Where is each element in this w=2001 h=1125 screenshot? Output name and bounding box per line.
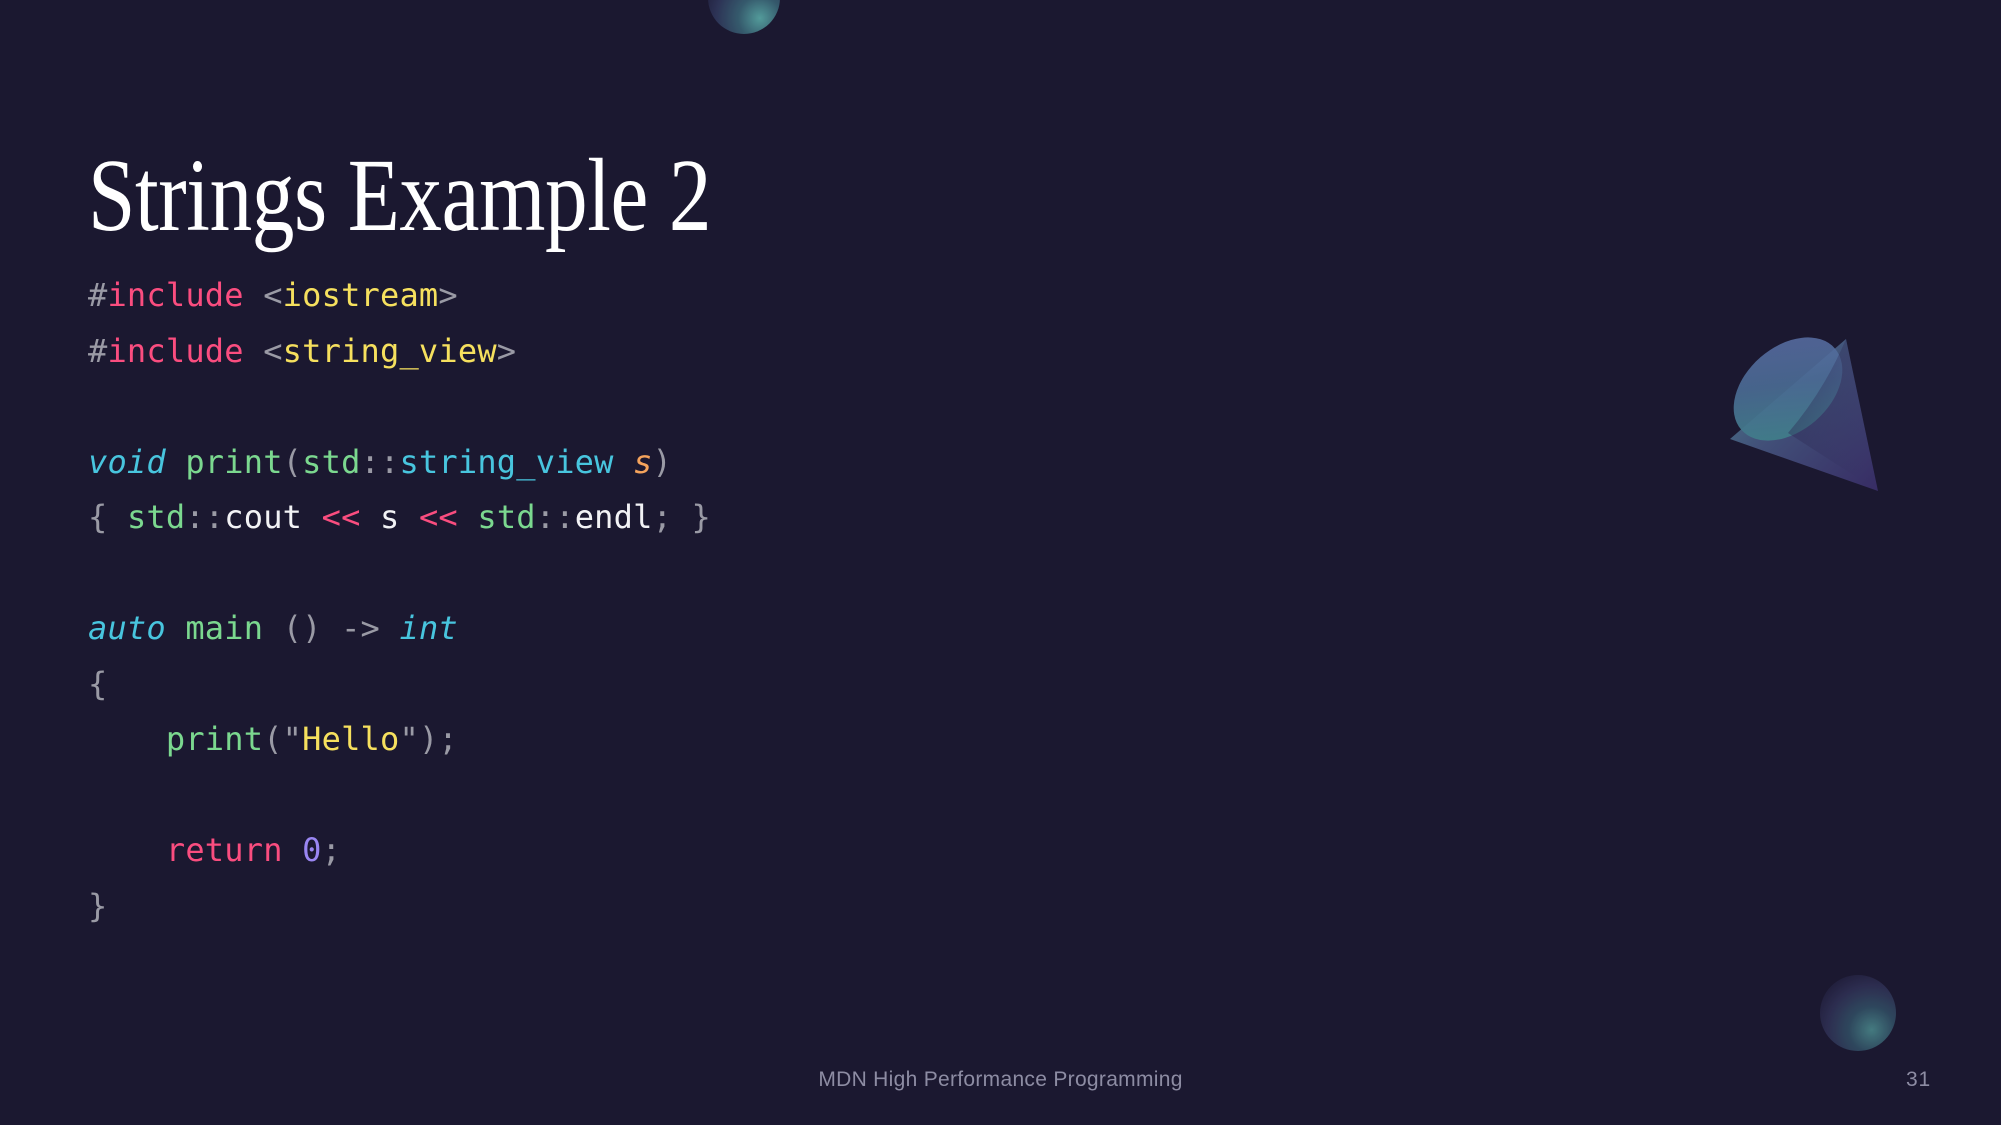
code-token-plainspace [380,609,399,647]
code-token-punc: () [282,609,322,647]
code-line: #include <iostream> [88,268,711,324]
code-line: print("Hello"); [88,712,711,768]
code-token-punc: < [263,331,283,370]
code-token-punc: ; } [652,498,711,536]
code-token-plain: cout [224,498,303,536]
code-token-op: << [418,498,458,536]
code-line: { [88,657,711,713]
code-token-punc: # [88,276,108,314]
code-token-punc: -> [341,609,381,647]
code-line: #include <string_view> [88,324,711,380]
code-token-plainspace [302,498,321,536]
code-token-punc: " [282,720,303,758]
code-token-punc: > [438,276,458,314]
sphere-decoration-bottom [1820,975,1896,1051]
code-token-ns: std [477,498,536,536]
code-token-ret: return [165,831,283,869]
code-token-plainspace [263,609,282,647]
code-token-plainspace [614,443,633,481]
code-line: void print(std::string_view s) [88,435,711,491]
code-token-plainspace [88,831,166,869]
code-token-plain: endl [574,498,653,536]
code-token-plainspace [166,609,185,647]
code-token-plainspace [283,831,302,869]
code-token-punc: { [88,498,127,536]
code-token-fn: print [185,442,283,481]
code-token-pre: include [107,276,244,314]
code-token-param: s [633,442,653,481]
code-token-pre: include [107,331,244,370]
code-token-punc: ( [282,442,303,481]
code-token-punc: > [496,331,517,370]
footer-label: MDN High Performance Programming [818,1068,1183,1091]
code-token-plainspace [322,609,341,647]
code-token-plainspace [166,443,185,481]
sphere-decoration-top [708,0,780,34]
code-token-plainspace [244,332,263,370]
code-token-punc: { [88,664,108,703]
code-token-ns: std [302,442,361,481]
code-token-punc: " [399,720,419,758]
code-token-punc: < [263,276,283,314]
code-token-punc: } [88,886,108,925]
code-token-type: string_view [399,442,614,481]
code-token-plainspace [361,498,380,536]
page-number: 31 [1906,1068,1931,1091]
code-token-op: << [321,498,361,536]
code-token-punc: :: [535,498,575,536]
code-token-num: 0 [302,831,322,869]
code-token-str: string_view [282,331,497,370]
code-token-plain: s [380,498,400,536]
code-token-str: iostream [282,276,439,314]
code-line: auto main () -> int [88,601,711,657]
code-token-plainspace [400,498,419,536]
cone-decoration [1710,315,1910,515]
slide-canvas: Strings Example 2 #include <iostream> #in… [0,0,2001,1125]
code-token-punc: ) [652,442,673,481]
code-token-punc: # [88,331,108,370]
code-token-str: Hello [302,720,400,758]
code-token-punc: :: [360,442,400,481]
code-line: { std::cout << s << std::endl; } [88,490,711,546]
slide-title: Strings Example 2 [88,137,712,253]
code-token-fn: main [185,609,264,647]
code-token-kw: auto [88,609,166,647]
code-token-plainspace [88,720,166,758]
code-token-ns: std [126,498,186,536]
code-token-punc: ( [263,720,283,758]
code-token-kw: void [88,442,166,481]
code-token-fn: print [165,720,264,758]
code-token-punc: :: [185,498,225,536]
code-token-plainspace [244,276,263,314]
code-token-plainspace [458,498,477,536]
code-token-punc: ; [321,831,342,869]
code-token-kw: int [399,609,458,647]
code-block: #include <iostream> #include <string_view… [88,268,711,934]
code-line: } [88,879,711,935]
code-token-punc: ); [418,720,458,758]
code-line: return 0; [88,823,711,879]
